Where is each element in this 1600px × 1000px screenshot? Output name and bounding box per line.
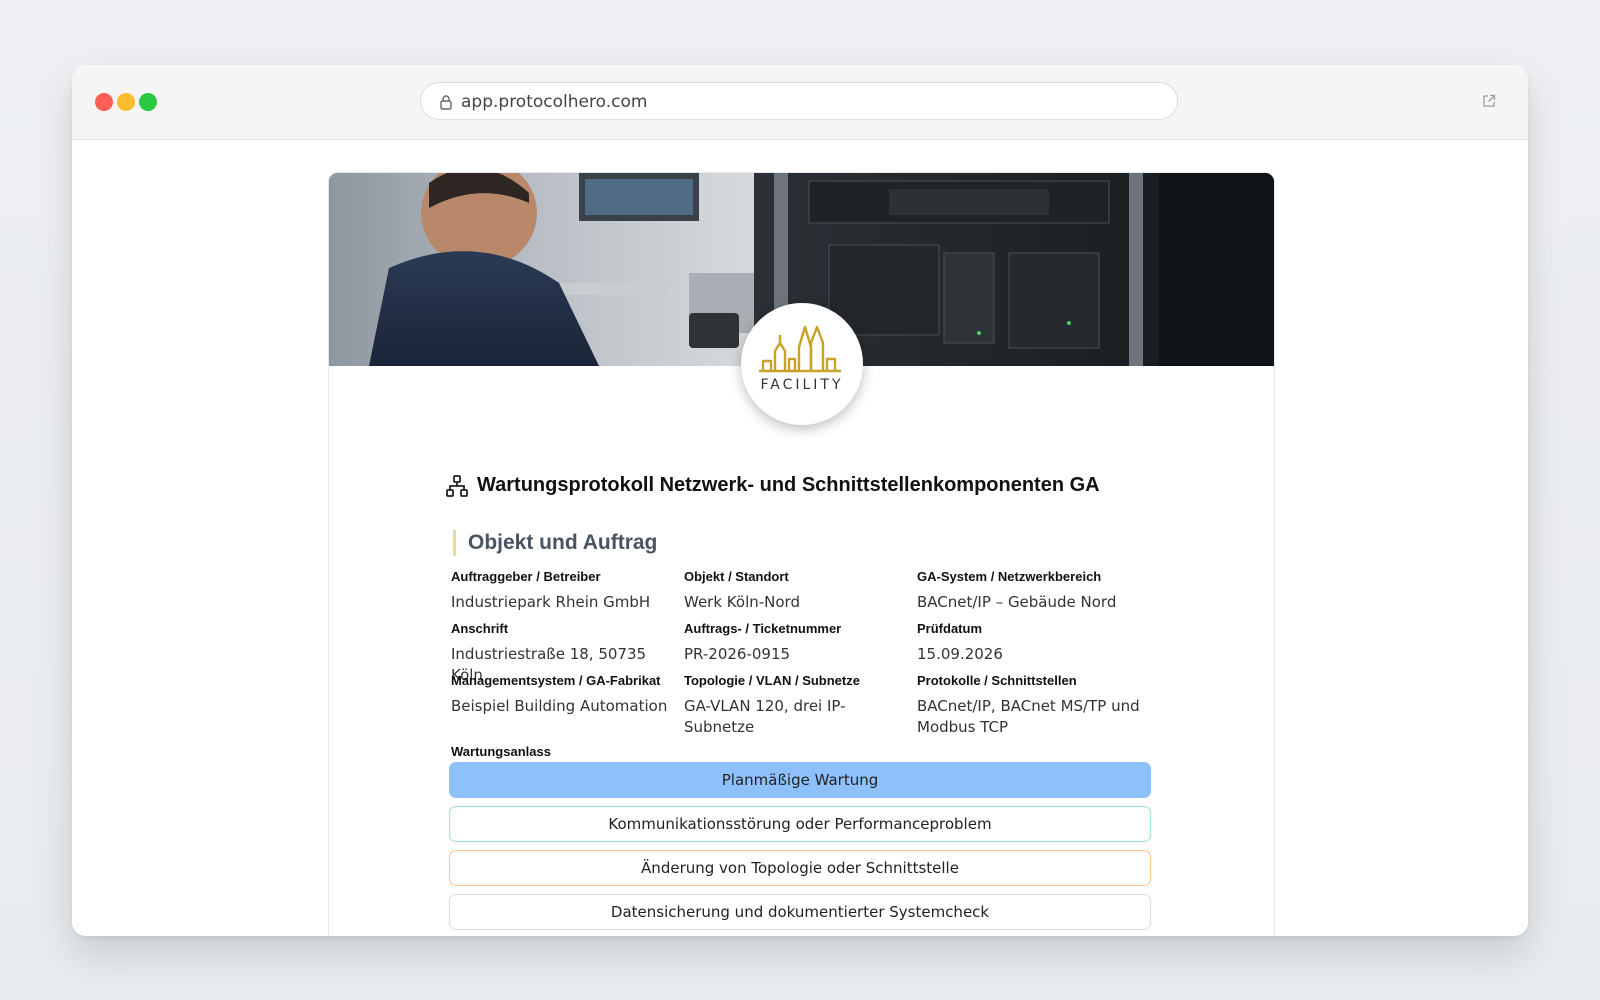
option-datensicherung[interactable]: Datensicherung und dokumentierter System…: [449, 894, 1151, 930]
facility-logo: FACILITY: [741, 303, 863, 425]
browser-window: app.protocolhero.com FACILITY Wartungspr…: [72, 65, 1528, 936]
protocol-card: FACILITY Wartungsprotokoll Netzwerk- und…: [328, 172, 1275, 936]
field-value: BACnet/IP, BACnet MS/TP und Modbus TCP: [917, 697, 1140, 736]
field-value: Industriepark Rhein GmbH: [451, 593, 651, 611]
field-managementsystem: Managementsystem / GA-Fabrikat Beispiel …: [451, 673, 681, 717]
field-label: Auftraggeber / Betreiber: [451, 569, 601, 584]
field-label: Prüfdatum: [917, 621, 982, 636]
field-ga-system: GA-System / Netzwerkbereich BACnet/IP – …: [917, 569, 1147, 613]
field-label: GA-System / Netzwerkbereich: [917, 569, 1102, 584]
skyline-logo-icon: [759, 325, 841, 373]
wartungsanlass-label: Wartungsanlass: [451, 744, 551, 759]
field-value: PR-2026-0915: [684, 645, 791, 663]
option-planmaessige-wartung[interactable]: Planmäßige Wartung: [449, 762, 1151, 798]
field-label: Protokolle / Schnittstellen: [917, 673, 1077, 688]
lock-icon: [440, 95, 452, 110]
network-topology-icon: [446, 475, 468, 497]
field-topologie: Topologie / VLAN / Subnetze GA-VLAN 120,…: [684, 673, 914, 738]
document-title: Wartungsprotokoll Netzwerk- und Schnitts…: [477, 474, 1100, 496]
field-value: Werk Köln-Nord: [684, 593, 800, 611]
field-label: Objekt / Standort: [684, 569, 789, 584]
field-auftraggeber: Auftraggeber / Betreiber Industriepark R…: [451, 569, 681, 613]
field-value: 15.09.2026: [917, 645, 1003, 663]
field-label: Managementsystem / GA-Fabrikat: [451, 673, 661, 688]
field-label: Topologie / VLAN / Subnetze: [684, 673, 860, 688]
field-label: Auftrags- / Ticketnummer: [684, 621, 842, 636]
field-label: Anschrift: [451, 621, 509, 636]
field-value: Beispiel Building Automation: [451, 697, 668, 715]
document-title-row: Wartungsprotokoll Netzwerk- und Schnitts…: [445, 473, 1205, 501]
field-pruefdatum: Prüfdatum 15.09.2026: [917, 621, 1147, 665]
field-value: GA-VLAN 120, drei IP-Subnetze: [684, 697, 846, 736]
url-text: app.protocolhero.com: [461, 92, 648, 112]
field-objekt-standort: Objekt / Standort Werk Köln-Nord: [684, 569, 914, 613]
open-external-icon[interactable]: [1482, 94, 1496, 108]
browser-titlebar: app.protocolhero.com: [72, 65, 1528, 140]
option-kommunikationsstoerung[interactable]: Kommunikationsstörung oder Performancepr…: [449, 806, 1151, 842]
section-title: Objekt und Auftrag: [468, 531, 658, 554]
section-header: Objekt und Auftrag: [453, 530, 657, 556]
maximize-window-button[interactable]: [139, 93, 157, 111]
minimize-window-button[interactable]: [117, 93, 135, 111]
close-window-button[interactable]: [95, 93, 113, 111]
address-bar[interactable]: app.protocolhero.com: [420, 82, 1178, 120]
logo-text: FACILITY: [760, 377, 844, 393]
field-protokolle: Protokolle / Schnittstellen BACnet/IP, B…: [917, 673, 1147, 738]
option-topologie-aenderung[interactable]: Änderung von Topologie oder Schnittstell…: [449, 850, 1151, 886]
page-viewport: FACILITY Wartungsprotokoll Netzwerk- und…: [72, 140, 1528, 936]
field-ticketnummer: Auftrags- / Ticketnummer PR-2026-0915: [684, 621, 914, 665]
field-value: BACnet/IP – Gebäude Nord: [917, 593, 1117, 611]
